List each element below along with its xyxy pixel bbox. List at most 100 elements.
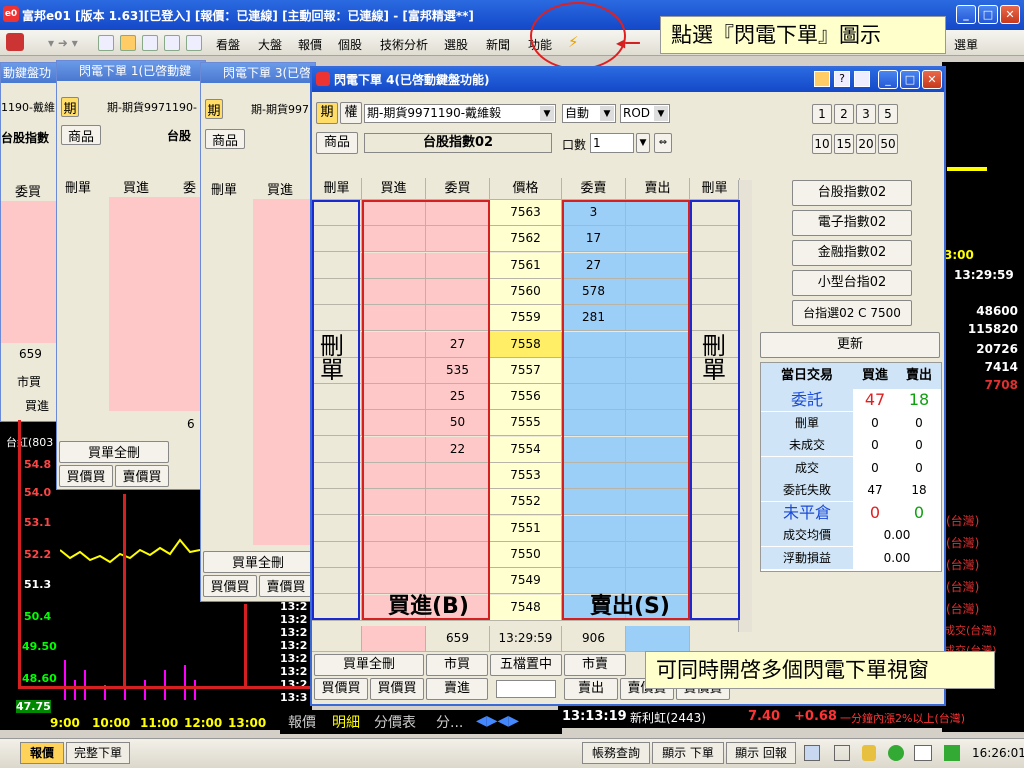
tab-detail[interactable]: 明細 xyxy=(332,712,360,732)
ladder-header-buy: 買進 xyxy=(362,178,426,200)
win1-buy-all-del[interactable]: 買單全刪 xyxy=(59,441,169,463)
status-tab-quote[interactable]: 報價 xyxy=(20,742,64,764)
home-icon[interactable] xyxy=(6,33,24,51)
win4-product: 台股指數02 xyxy=(364,133,552,153)
qty-btn-5[interactable]: 5 xyxy=(878,104,898,124)
ladder-price-cell: 7556 xyxy=(490,384,562,411)
nav-arrows-icon[interactable]: ◀▶◀▶ xyxy=(476,713,519,729)
win4-close-button[interactable]: ✕ xyxy=(922,70,942,89)
win4-qty-input[interactable]: 1 xyxy=(590,133,634,153)
sell-in-button[interactable]: 賣進 xyxy=(426,678,488,700)
product-btn-3[interactable]: 小型台指02 xyxy=(792,270,912,296)
qty-btn-2[interactable]: 2 xyxy=(834,104,854,124)
win4-opt-tab[interactable]: 權 xyxy=(340,102,362,124)
menu-technical[interactable]: 技術分析 xyxy=(380,36,428,53)
tab-quote[interactable]: 報價 xyxy=(288,712,316,732)
menu-screener[interactable]: 選股 xyxy=(444,36,468,53)
stats-label: 未成交 xyxy=(761,434,853,456)
restore-button[interactable]: □ xyxy=(978,5,998,24)
win4-tif-select[interactable]: ROD ▼ xyxy=(620,104,670,123)
x-tick-2: 11:00 xyxy=(140,716,179,730)
annotation-bottom: 可同時開啓多個閃電下單視窗 xyxy=(645,651,995,689)
back-icon[interactable]: ▾ ➜ ▾ xyxy=(48,36,78,50)
menu-market[interactable]: 大盤 xyxy=(258,36,282,53)
check-icon[interactable] xyxy=(888,745,904,761)
win3-product-btn[interactable]: 商品 xyxy=(205,129,245,149)
print-icon[interactable] xyxy=(164,35,180,51)
win0-mkt[interactable]: 市買 xyxy=(17,373,41,390)
tab-price-table[interactable]: 分價表 xyxy=(374,712,416,732)
win1-fut-tab[interactable]: 期 xyxy=(61,97,79,117)
ladder-scrollbar[interactable] xyxy=(738,180,752,632)
buy-price-buy-button-2[interactable]: 買價買 xyxy=(370,678,424,700)
product-btn-1[interactable]: 電子指數02 xyxy=(792,210,912,236)
win4-qty-swap-icon[interactable]: ⇔ xyxy=(654,133,672,153)
win4-mode-select[interactable]: 自動 ▼ xyxy=(562,104,616,123)
close-button[interactable]: ✕ xyxy=(1000,5,1020,24)
qty-btn-50[interactable]: 50 xyxy=(878,134,898,154)
sell-out-button[interactable]: 賣出 xyxy=(564,678,618,700)
product-btn-2[interactable]: 金融指數02 xyxy=(792,240,912,266)
new-doc-icon[interactable] xyxy=(98,35,114,51)
chart-icon[interactable] xyxy=(914,745,932,761)
ticker-name: 新利虹(2443) xyxy=(630,711,706,725)
win1-bid-column[interactable] xyxy=(109,197,205,411)
connection-icon[interactable] xyxy=(944,745,960,761)
win4-product-btn[interactable]: 商品 xyxy=(316,132,358,154)
win1-sell-price-buy[interactable]: 賣價買 xyxy=(115,465,169,487)
market-buy-button[interactable]: 市買 xyxy=(426,654,488,676)
win4-keyboard-icon[interactable] xyxy=(814,71,830,87)
win3-account: 期-期貨997 xyxy=(251,103,309,116)
win4-help-icon[interactable]: ? xyxy=(834,71,850,87)
win3-bid-column[interactable] xyxy=(253,199,315,545)
tw-3: (台灣) xyxy=(946,558,980,572)
qty-btn-20[interactable]: 20 xyxy=(856,134,876,154)
win4-account-select[interactable]: 期-期貨9971190-戴維毅 ▼ xyxy=(364,104,556,123)
win4-maximize-button[interactable]: □ xyxy=(900,70,920,89)
qty-btn-3[interactable]: 3 xyxy=(856,104,876,124)
tab-more[interactable]: 分... xyxy=(436,712,463,732)
x-tick-1: 10:00 xyxy=(92,716,131,730)
menu-stock[interactable]: 個股 xyxy=(338,36,362,53)
win1-product-btn[interactable]: 商品 xyxy=(61,125,101,145)
win3-sell-price-buy[interactable]: 賣價買 xyxy=(259,575,313,597)
win4-minimize-button[interactable]: _ xyxy=(878,70,898,89)
calendar-icon[interactable] xyxy=(804,745,820,761)
show-report-button[interactable]: 顯示 回報 xyxy=(726,742,796,764)
win4-settings-icon[interactable] xyxy=(854,71,870,87)
qty-stepper-icon[interactable]: ▼ xyxy=(636,133,650,153)
show-order-button[interactable]: 顯示 下單 xyxy=(652,742,724,764)
menu-quote[interactable]: 報價 xyxy=(298,36,322,53)
status-tab-order[interactable]: 完整下單 xyxy=(66,742,130,764)
open-folder-icon[interactable] xyxy=(120,35,136,51)
win0-buy[interactable]: 買進 xyxy=(25,397,49,414)
price-input[interactable] xyxy=(496,680,556,698)
save-icon[interactable] xyxy=(142,35,158,51)
win4-fut-tab[interactable]: 期 xyxy=(316,102,338,124)
lock-icon[interactable] xyxy=(862,745,876,761)
win3-buy-all-del[interactable]: 買單全刪 xyxy=(203,551,313,573)
product-btn-4[interactable]: 台指選02 C 7500 xyxy=(792,300,912,326)
center-five-button[interactable]: 五檔置中 xyxy=(490,654,562,676)
right-quote-panel: 3:00 13:29:59 48600 115820 20726 7414 77… xyxy=(942,62,1024,732)
win3-buy-price-buy[interactable]: 買價買 xyxy=(203,575,257,597)
link-icon[interactable] xyxy=(834,745,850,761)
win0-bid-column[interactable] xyxy=(1,201,59,343)
win1-buy-price-buy[interactable]: 買價買 xyxy=(59,465,113,487)
qty-btn-1[interactable]: 1 xyxy=(812,104,832,124)
menu-news[interactable]: 新聞 xyxy=(486,36,510,53)
buy-all-delete-button[interactable]: 買單全刪 xyxy=(314,654,424,676)
qty-btn-15[interactable]: 15 xyxy=(834,134,854,154)
product-btn-0[interactable]: 台股指數02 xyxy=(792,180,912,206)
win3-fut-tab[interactable]: 期 xyxy=(205,99,223,119)
market-sell-button[interactable]: 市賣 xyxy=(564,654,626,676)
refresh-button[interactable]: 更新 xyxy=(760,332,940,358)
qty-btn-10[interactable]: 10 xyxy=(812,134,832,154)
ladder-header-ask: 委賣 xyxy=(562,178,626,200)
export-icon[interactable] xyxy=(186,35,202,51)
menu-select[interactable]: 選單 xyxy=(954,36,978,53)
menu-watch[interactable]: 看盤 xyxy=(216,36,240,53)
minimize-button[interactable]: _ xyxy=(956,5,976,24)
buy-price-buy-button-1[interactable]: 買價買 xyxy=(314,678,368,700)
account-query-button[interactable]: 帳務查詢 xyxy=(582,742,650,764)
